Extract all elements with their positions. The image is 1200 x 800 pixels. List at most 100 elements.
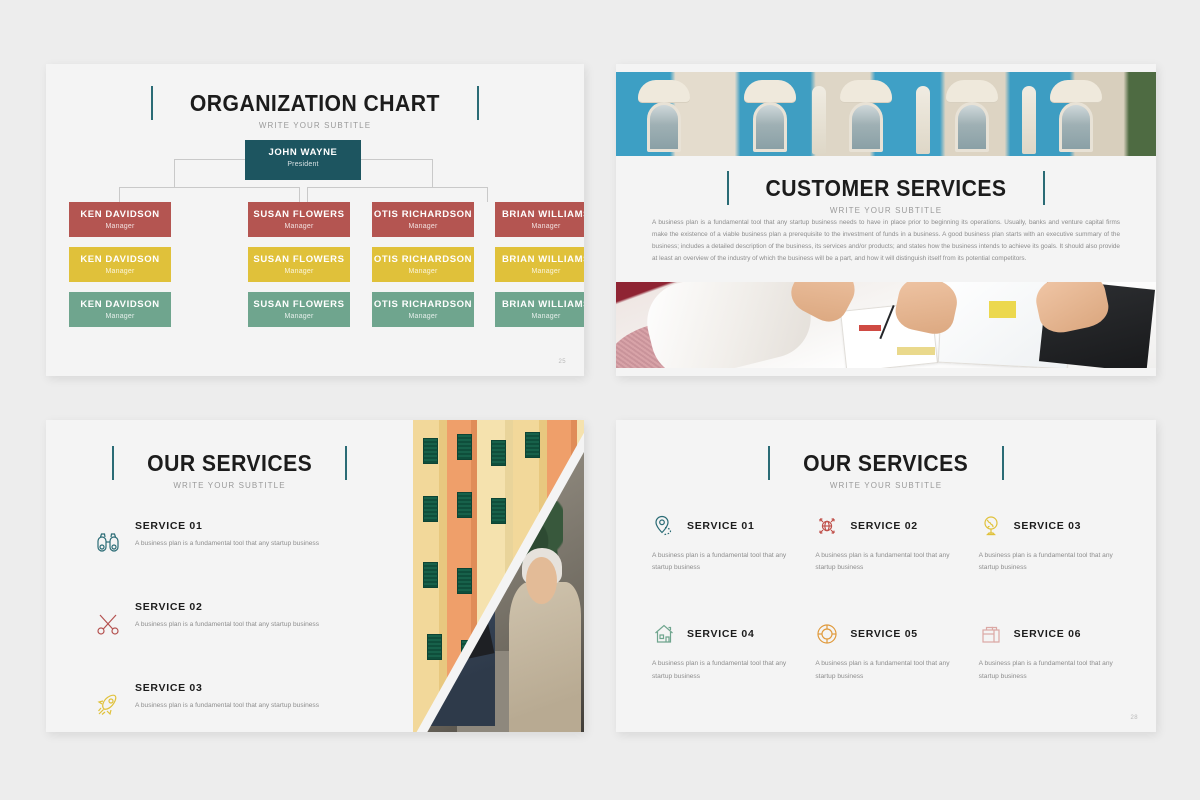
facade-illustration — [616, 72, 1156, 156]
org-node-name: OTIS RICHARDSON — [373, 209, 473, 220]
org-node-r1c3[interactable]: OTIS RICHARDSON Manager — [372, 202, 474, 237]
slide-our-services-three[interactable]: OUR SERVICES WRITE YOUR SUBTITLE SERVICE… — [46, 420, 584, 732]
title-accent-bar-left — [151, 86, 154, 120]
globe-arrows-icon — [815, 514, 839, 538]
connector-line — [487, 187, 488, 202]
slide-our-services-six[interactable]: OUR SERVICES WRITE YOUR SUBTITLE SERVICE… — [616, 420, 1156, 732]
title-accent-bar-right — [476, 86, 479, 120]
facade-caryatid — [812, 86, 826, 154]
service-label: SERVICE 03 — [135, 682, 203, 694]
service-label: SERVICE 05 — [850, 628, 918, 641]
title-accent-bar-left — [768, 446, 771, 480]
service-description: A business plan is a fundamental tool th… — [978, 660, 1113, 680]
facade-window — [1059, 102, 1093, 152]
service-description: A business plan is a fundamental tool th… — [652, 660, 787, 680]
facade-ornament — [744, 80, 796, 102]
page-title: CUSTOMER SERVICES — [765, 174, 1007, 201]
services-list: SERVICE 01 A business plan is a fundamen… — [94, 520, 391, 732]
org-node-name: SUSAN FLOWERS — [253, 254, 345, 265]
service-description: A business plan is a fundamental tool th… — [135, 702, 320, 709]
window-shutter — [427, 634, 442, 660]
org-node-name: KEN DAVIDSON — [80, 254, 160, 265]
globe-stand-icon — [979, 514, 1003, 538]
page-title: OUR SERVICES — [146, 449, 313, 476]
facade-window — [849, 102, 883, 152]
org-node-president[interactable]: JOHN WAYNE President — [245, 140, 361, 180]
meeting-highlight — [896, 347, 935, 356]
title-accent-bar-left — [727, 171, 729, 205]
slide-title-block: ORGANIZATION CHART WRITE YOUR SUBTITLE — [46, 86, 584, 130]
slide-title-block: OUR SERVICES WRITE YOUR SUBTITLE — [46, 446, 413, 490]
org-node-r3c1[interactable]: KEN DAVIDSON Manager — [69, 292, 171, 327]
service-item-01[interactable]: SERVICE 01 A business plan is a fundamen… — [94, 520, 391, 557]
org-node-r1c4[interactable]: BRIAN WILLIAMS Manager — [495, 202, 584, 237]
service-label: SERVICE 04 — [687, 628, 755, 641]
window-shutter — [457, 434, 472, 460]
org-node-r2c3[interactable]: OTIS RICHARDSON Manager — [372, 247, 474, 282]
org-node-name: BRIAN WILLIAMS — [501, 209, 584, 220]
service-item-02[interactable]: SERVICE 02 A business plan is a fundamen… — [94, 601, 391, 638]
window-shutter — [457, 492, 472, 518]
service-item-05[interactable]: SERVICE 05 A business plan is a fundamen… — [815, 622, 956, 682]
title-accent-bar-left — [111, 446, 114, 480]
service-label: SERVICE 02 — [135, 601, 203, 613]
org-node-name: BRIAN WILLIAMS — [501, 299, 584, 310]
org-node-r2c4[interactable]: BRIAN WILLIAMS Manager — [495, 247, 584, 282]
connector-line — [119, 187, 120, 202]
woman-figure — [508, 582, 581, 732]
connector-line — [361, 159, 432, 160]
service-item-01[interactable]: SERVICE 01 A business plan is a fundamen… — [652, 514, 793, 574]
window-shutter — [423, 438, 438, 464]
facade-caryatid — [1022, 86, 1036, 154]
org-node-role: Manager — [408, 268, 438, 276]
services-photo — [413, 420, 584, 732]
org-node-r3c3[interactable]: OTIS RICHARDSON Manager — [372, 292, 474, 327]
slide-customer-services[interactable]: CUSTOMER SERVICES WRITE YOUR SUBTITLE A … — [616, 64, 1156, 376]
org-node-r1c2[interactable]: SUSAN FLOWERS Manager — [248, 202, 350, 237]
service-item-02[interactable]: SERVICE 02 A business plan is a fundamen… — [815, 514, 956, 574]
service-text: SERVICE 02 A business plan is a fundamen… — [135, 601, 319, 631]
page-title: ORGANIZATION CHART — [189, 89, 441, 116]
slide-title-block: CUSTOMER SERVICES WRITE YOUR SUBTITLE — [616, 171, 1156, 215]
connector-line — [307, 187, 308, 202]
org-node-r2c1[interactable]: KEN DAVIDSON Manager — [69, 247, 171, 282]
meeting-highlight — [859, 325, 881, 332]
org-node-role: Manager — [408, 223, 438, 231]
title-accent-bar-right — [345, 446, 348, 480]
window-shutter — [525, 432, 540, 458]
slide-deck-canvas: ORGANIZATION CHART WRITE YOUR SUBTITLE J… — [0, 0, 1200, 800]
window-shutter — [491, 440, 506, 466]
window-shutter — [457, 568, 472, 594]
facade-ornament — [1050, 80, 1102, 102]
org-node-role: Manager — [531, 223, 561, 231]
service-item-03[interactable]: SERVICE 03 A business plan is a fundamen… — [94, 682, 391, 719]
org-node-r2c2[interactable]: SUSAN FLOWERS Manager — [248, 247, 350, 282]
window-shutter — [423, 496, 438, 522]
window-shutter — [491, 498, 506, 524]
page-subtitle: WRITE YOUR SUBTITLE — [829, 481, 943, 490]
org-node-role: Manager — [105, 268, 135, 276]
org-node-name: OTIS RICHARDSON — [373, 299, 473, 310]
service-label: SERVICE 01 — [135, 520, 203, 532]
house-icon — [652, 622, 676, 646]
org-node-r1c1[interactable]: KEN DAVIDSON Manager — [69, 202, 171, 237]
org-node-role: Manager — [284, 268, 314, 276]
org-node-role: President — [287, 161, 319, 169]
connector-line — [432, 159, 433, 187]
service-item-04[interactable]: SERVICE 04 A business plan is a fundamen… — [652, 622, 793, 682]
org-node-name: SUSAN FLOWERS — [253, 209, 345, 220]
meeting-highlight — [988, 300, 1016, 319]
facade-window — [647, 102, 681, 152]
page-number: 25 — [558, 359, 566, 365]
service-label: SERVICE 02 — [850, 520, 918, 532]
slide-organization-chart[interactable]: ORGANIZATION CHART WRITE YOUR SUBTITLE J… — [46, 64, 584, 376]
service-item-03[interactable]: SERVICE 03 A business plan is a fundamen… — [979, 514, 1120, 574]
org-node-r3c4[interactable]: BRIAN WILLIAMS Manager — [495, 292, 584, 327]
slide-title-block: OUR SERVICES WRITE YOUR SUBTITLE — [616, 446, 1156, 490]
org-node-name: BRIAN WILLIAMS — [501, 254, 584, 265]
org-node-role: Manager — [284, 223, 314, 231]
service-item-06[interactable]: SERVICE 06 A business plan is a fundamen… — [979, 622, 1120, 682]
org-node-r3c2[interactable]: SUSAN FLOWERS Manager — [248, 292, 350, 327]
org-node-name: KEN DAVIDSON — [80, 209, 160, 220]
window-shutter — [423, 562, 438, 588]
